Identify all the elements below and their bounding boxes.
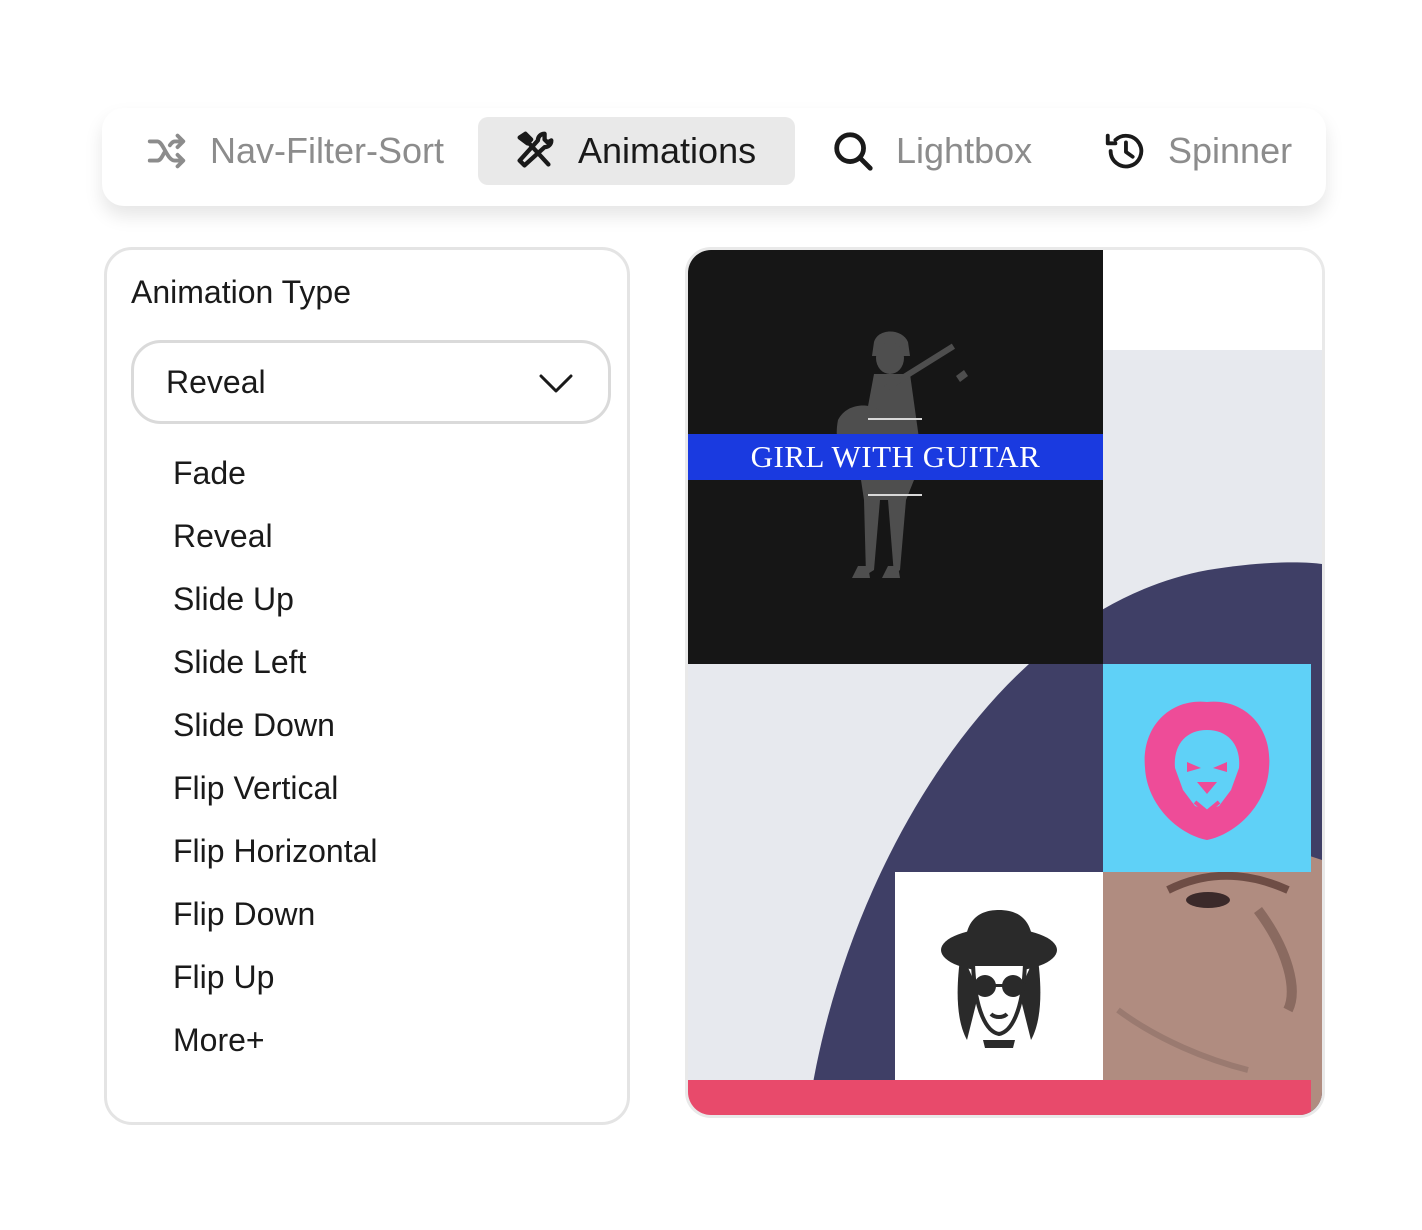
tab-label: Lightbox: [896, 130, 1033, 171]
animation-options-list: Fade Reveal Slide Up Slide Left Slide Do…: [173, 450, 378, 1080]
chevron-down-icon: [539, 374, 573, 393]
tab-animations[interactable]: Animations: [478, 117, 795, 185]
divider-line: [868, 418, 922, 420]
tab-label: Animations: [578, 130, 757, 171]
option-slide-down[interactable]: Slide Down: [173, 702, 378, 765]
panel-title: Animation Type: [131, 274, 351, 310]
tab-lightbox[interactable]: Lightbox: [830, 117, 1032, 185]
option-reveal[interactable]: Reveal: [173, 513, 378, 576]
option-slide-left[interactable]: Slide Left: [173, 639, 378, 702]
option-flip-up[interactable]: Flip Up: [173, 954, 378, 1017]
option-more[interactable]: More+: [173, 1017, 378, 1080]
option-flip-vertical[interactable]: Flip Vertical: [173, 765, 378, 828]
option-flip-down[interactable]: Flip Down: [173, 891, 378, 954]
tab-label: Spinner: [1168, 130, 1293, 171]
divider-line: [868, 494, 922, 496]
tab-nav-filter-sort[interactable]: Nav-Filter-Sort: [144, 117, 444, 185]
title-banner: GIRL WITH GUITAR: [688, 434, 1103, 480]
option-flip-horizontal[interactable]: Flip Horizontal: [173, 828, 378, 891]
tab-label: Nav-Filter-Sort: [210, 130, 445, 171]
tab-bar: Nav-Filter-Sort Animations Lightbox Spin…: [102, 108, 1326, 206]
option-fade[interactable]: Fade: [173, 450, 378, 513]
history-icon: [1102, 128, 1148, 174]
animation-type-select[interactable]: Reveal: [131, 340, 611, 424]
animation-type-panel: Animation Type Reveal Fade Reveal Slide …: [104, 247, 630, 1125]
tab-spinner[interactable]: Spinner: [1102, 117, 1292, 185]
hat-girl-tile: [895, 872, 1103, 1080]
tools-icon: [512, 128, 558, 174]
search-icon: [830, 128, 876, 174]
pink-accent-bar: [688, 1080, 1311, 1115]
shuffle-icon: [144, 128, 190, 174]
option-slide-up[interactable]: Slide Up: [173, 576, 378, 639]
hat-girl-icon: [941, 910, 1057, 1048]
animation-preview: GIRL WITH GUITAR: [685, 247, 1325, 1118]
lion-icon: [1144, 701, 1270, 840]
lion-tile: [1103, 664, 1311, 872]
guitar-tile: GIRL WITH GUITAR: [688, 250, 1103, 664]
selected-value: Reveal: [166, 363, 266, 400]
